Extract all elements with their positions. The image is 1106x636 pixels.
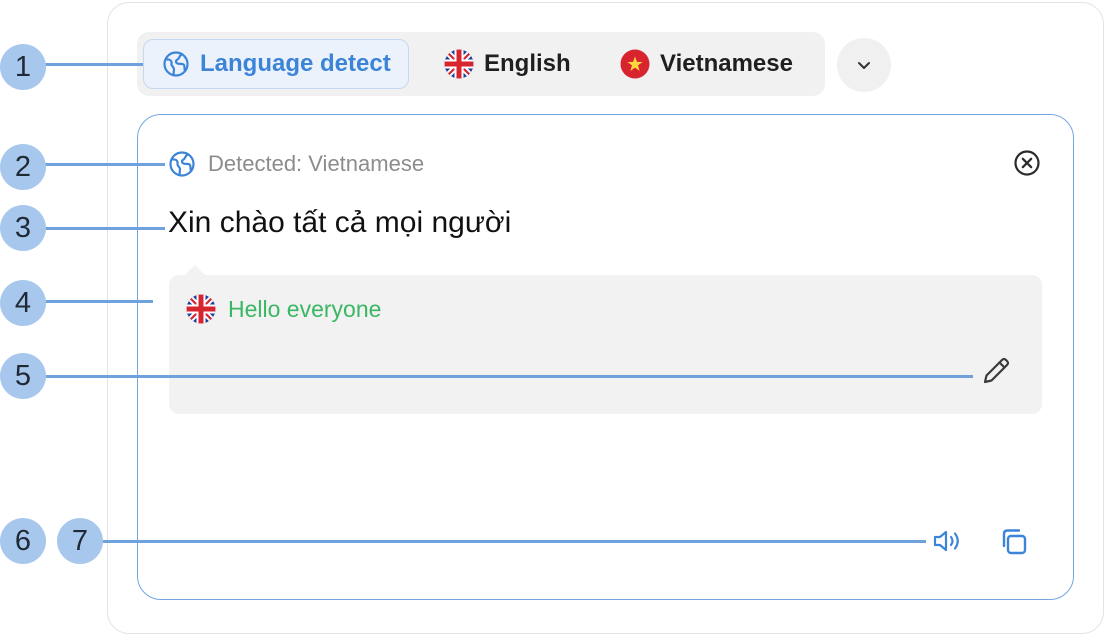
english-label: English <box>484 50 571 77</box>
close-circle-icon <box>1012 148 1042 178</box>
callout-6: 6 <box>0 518 46 564</box>
callout-7: 7 <box>57 518 103 564</box>
callout-3: 3 <box>0 205 46 251</box>
globe-icon <box>162 50 190 78</box>
pencil-icon <box>979 354 1013 388</box>
uk-flag-icon <box>186 294 216 324</box>
callout-leader-line <box>45 375 973 378</box>
copy-button[interactable] <box>998 525 1032 559</box>
callout-leader-line <box>45 227 165 230</box>
edit-translation-button[interactable] <box>979 354 1013 388</box>
translation-result: Hello everyone <box>186 293 381 325</box>
callout-leader-line <box>100 540 926 543</box>
callout-5: 5 <box>0 353 46 399</box>
callout-4: 4 <box>0 280 46 326</box>
chevron-down-icon <box>855 56 873 74</box>
translation-text: Hello everyone <box>228 295 382 322</box>
language-detect-button[interactable]: Language detect <box>143 39 409 89</box>
more-languages-button[interactable] <box>837 38 891 92</box>
english-language-button[interactable]: English <box>444 39 571 89</box>
vietnam-flag-icon <box>620 49 650 79</box>
copy-icon <box>998 525 1032 559</box>
callout-leader-line <box>45 300 153 303</box>
detected-language-label: Detected: Vietnamese <box>208 151 425 176</box>
vietnamese-language-button[interactable]: Vietnamese <box>620 39 793 89</box>
uk-flag-icon <box>444 49 474 79</box>
clear-input-button[interactable] <box>1012 148 1042 178</box>
callout-1: 1 <box>0 44 46 90</box>
globe-icon <box>168 150 196 178</box>
translation-pointer <box>185 265 205 275</box>
detected-language-indicator: Detected: Vietnamese <box>168 148 424 180</box>
vietnamese-label: Vietnamese <box>660 50 793 77</box>
callout-2: 2 <box>0 144 46 190</box>
callout-leader-line <box>45 63 143 66</box>
source-text[interactable]: Xin chào tất cả mọi người <box>168 206 511 240</box>
listen-button[interactable] <box>930 526 964 556</box>
language-detect-label: Language detect <box>200 50 391 77</box>
callout-leader-line <box>45 163 165 166</box>
speaker-icon <box>930 526 964 556</box>
